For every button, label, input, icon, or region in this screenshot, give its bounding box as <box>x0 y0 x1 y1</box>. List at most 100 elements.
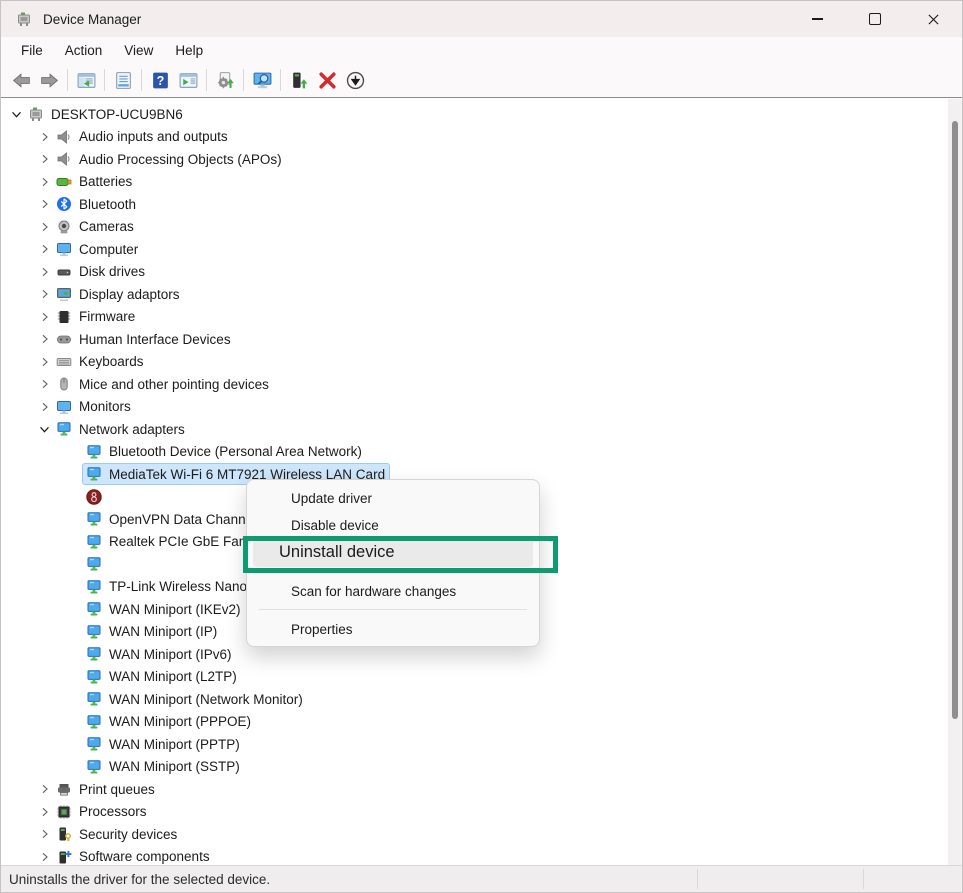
chevron-collapsed-icon[interactable] <box>36 781 53 798</box>
network-icon <box>85 758 103 776</box>
chevron-collapsed-icon[interactable] <box>36 398 53 415</box>
tree-item-label: Audio inputs and outputs <box>79 129 228 144</box>
chevron-collapsed-icon[interactable] <box>36 803 53 820</box>
chevron-collapsed-icon[interactable] <box>36 151 53 168</box>
show-console-tree-button[interactable] <box>72 66 100 94</box>
tree-item-mice-and-other-pointing-devices[interactable]: Mice and other pointing devices <box>1 373 947 396</box>
firmware-icon <box>55 308 73 326</box>
update-device-software-button[interactable] <box>285 66 313 94</box>
tree-item-wan-miniport-network-monitor[interactable]: WAN Miniport (Network Monitor) <box>1 688 947 711</box>
tree-item-audio-inputs-and-outputs[interactable]: Audio inputs and outputs <box>1 126 947 149</box>
tree-item-computer[interactable]: Computer <box>1 238 947 261</box>
tree-item-wan-miniport-pptp[interactable]: WAN Miniport (PPTP) <box>1 733 947 756</box>
tree-item-label: Monitors <box>79 399 131 414</box>
tree-item-display-adaptors[interactable]: Display adaptors <box>1 283 947 306</box>
tree-item-wan-miniport-pppoe[interactable]: WAN Miniport (PPPOE) <box>1 711 947 734</box>
context-menu-item-uninstall-device[interactable]: Uninstall device <box>253 537 533 567</box>
menu-help[interactable]: Help <box>165 40 213 61</box>
menu-file[interactable]: File <box>11 40 53 61</box>
tree-item-desktop-ucu9bn6[interactable]: DESKTOP-UCU9BN6 <box>1 103 947 126</box>
close-icon <box>927 13 940 26</box>
tree-item-monitors[interactable]: Monitors <box>1 396 947 419</box>
properties-button[interactable] <box>109 66 137 94</box>
vertical-scrollbar[interactable] <box>948 99 962 868</box>
tree-item-wan-miniport-sstp[interactable]: WAN Miniport (SSTP) <box>1 756 947 779</box>
disk-icon <box>55 263 73 281</box>
tree-item-wan-miniport-l2tp[interactable]: WAN Miniport (L2TP) <box>1 666 947 689</box>
tree-item-label: WAN Miniport (PPPOE) <box>109 714 251 729</box>
battery-icon <box>55 173 73 191</box>
network-icon <box>85 713 103 731</box>
tree-item-disk-drives[interactable]: Disk drives <box>1 261 947 284</box>
menu-action[interactable]: Action <box>55 40 113 61</box>
menu-view[interactable]: View <box>114 40 163 61</box>
update-driver-button[interactable] <box>211 66 239 94</box>
uninstall-button[interactable] <box>313 66 341 94</box>
chevron-expanded-icon[interactable] <box>8 106 25 123</box>
tree-item-label: Realtek PCIe GbE Fam <box>109 534 250 549</box>
context-menu-item-scan-for-hardware-changes[interactable]: Scan for hardware changes <box>253 576 533 606</box>
disable-icon <box>345 70 366 91</box>
status-pane-divider <box>697 869 698 889</box>
chevron-collapsed-icon[interactable] <box>36 218 53 235</box>
tree-item-label: TP-Link Wireless Nano <box>109 579 247 594</box>
titlebar: Device Manager <box>1 1 962 37</box>
network-icon <box>85 645 103 663</box>
context-menu-item-properties[interactable]: Properties <box>253 614 533 644</box>
tree-item-bluetooth-device-personal-area-network[interactable]: Bluetooth Device (Personal Area Network) <box>1 441 947 464</box>
maximize-button[interactable] <box>846 1 904 37</box>
window-controls <box>788 1 962 37</box>
scrollbar-thumb[interactable] <box>952 121 958 719</box>
keyboard-icon <box>55 353 73 371</box>
device-manager-app-icon <box>15 10 33 28</box>
chevron-collapsed-icon[interactable] <box>36 196 53 213</box>
tree-item-firmware[interactable]: Firmware <box>1 306 947 329</box>
minimize-button[interactable] <box>788 1 846 37</box>
tree-item-keyboards[interactable]: Keyboards <box>1 351 947 374</box>
chevron-collapsed-icon[interactable] <box>36 331 53 348</box>
chevron-collapsed-icon[interactable] <box>36 353 53 370</box>
console-tree-icon <box>76 70 97 91</box>
tree-item-audio-processing-objects-apos[interactable]: Audio Processing Objects (APOs) <box>1 148 947 171</box>
tree-item-label: WAN Miniport (IKEv2) <box>109 602 241 617</box>
scan-for-hardware-changes-button[interactable] <box>248 66 276 94</box>
chevron-collapsed-icon[interactable] <box>36 308 53 325</box>
tree-item-cameras[interactable]: Cameras <box>1 216 947 239</box>
tree-item-processors[interactable]: Processors <box>1 801 947 824</box>
update-driver-icon <box>215 70 236 91</box>
network-icon <box>85 735 103 753</box>
bluetooth-icon <box>55 195 73 213</box>
tree-item-network-adapters[interactable]: Network adapters <box>1 418 947 441</box>
tree-item-batteries[interactable]: Batteries <box>1 171 947 194</box>
chevron-collapsed-icon[interactable] <box>36 848 53 865</box>
toolbar-separator <box>141 69 142 91</box>
forward-button[interactable] <box>35 66 63 94</box>
back-icon <box>11 70 32 91</box>
help-icon: ? <box>150 70 171 91</box>
chevron-collapsed-icon[interactable] <box>36 376 53 393</box>
software-icon <box>55 848 73 866</box>
network-icon <box>85 533 103 551</box>
chevron-collapsed-icon[interactable] <box>36 173 53 190</box>
chevron-collapsed-icon[interactable] <box>36 241 53 258</box>
chevron-collapsed-icon[interactable] <box>36 826 53 843</box>
help-button[interactable]: ? <box>146 66 174 94</box>
tree-item-print-queues[interactable]: Print queues <box>1 778 947 801</box>
tree-item-security-devices[interactable]: Security devices <box>1 823 947 846</box>
toolbar: ? <box>1 63 962 97</box>
context-menu-item-update-driver[interactable]: Update driver <box>253 484 533 512</box>
tree-item-label: WAN Miniport (IPv6) <box>109 647 232 662</box>
tree-item-human-interface-devices[interactable]: Human Interface Devices <box>1 328 947 351</box>
tree-item-bluetooth[interactable]: Bluetooth <box>1 193 947 216</box>
disable-button[interactable] <box>341 66 369 94</box>
show-action-pane-button[interactable] <box>174 66 202 94</box>
chevron-collapsed-icon[interactable] <box>36 263 53 280</box>
chevron-collapsed-icon[interactable] <box>36 128 53 145</box>
context-menu-item-disable-device[interactable]: Disable device <box>253 511 533 539</box>
toolbar-separator <box>67 69 68 91</box>
close-button[interactable] <box>904 1 962 37</box>
chevron-collapsed-icon[interactable] <box>36 286 53 303</box>
back-button[interactable] <box>7 66 35 94</box>
delete-x-icon <box>317 70 338 91</box>
chevron-expanded-icon[interactable] <box>36 421 53 438</box>
